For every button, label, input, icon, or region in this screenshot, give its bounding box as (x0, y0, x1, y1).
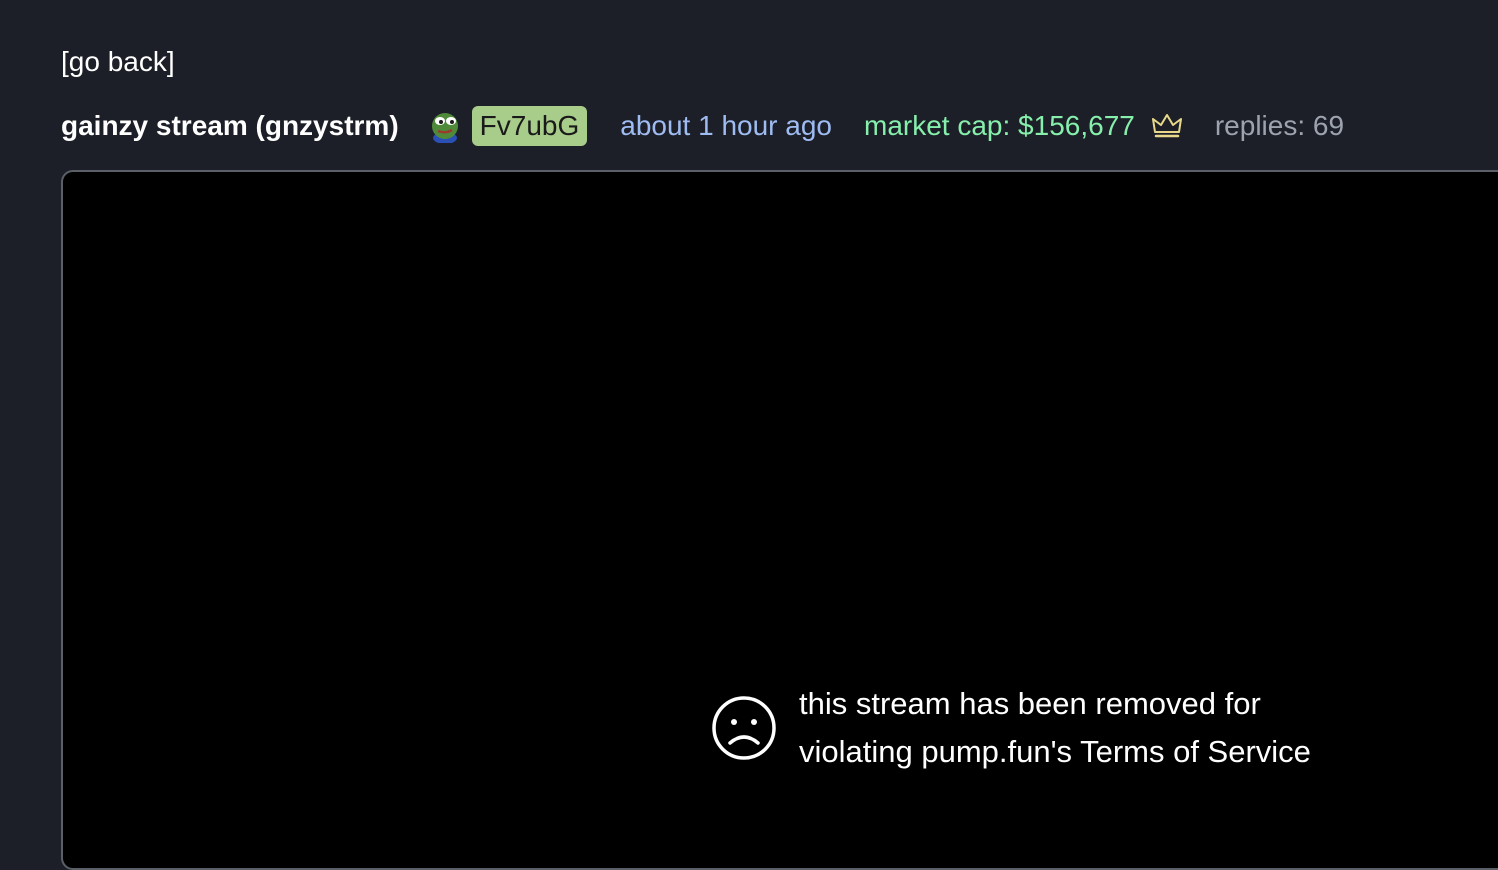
pepe-frog-icon[interactable] (430, 109, 460, 143)
go-back-link[interactable]: [go back] (61, 44, 175, 80)
notice-line-1: this stream has been removed for (799, 686, 1261, 721)
coin-title: gainzy stream (gnzystrm) (61, 110, 399, 141)
stream-player[interactable]: this stream has been removed for violati… (61, 170, 1498, 870)
created-time: about 1 hour ago (620, 110, 832, 141)
replies-count: replies: 69 (1214, 110, 1345, 141)
coin-info-row: gainzy stream (gnzystrm) Fv7ubG about 1 … (61, 105, 1344, 147)
sad-face-icon (711, 695, 777, 761)
market-cap: market cap: $156,677 (864, 110, 1135, 141)
stream-removed-notice: this stream has been removed for violati… (711, 680, 1311, 776)
notice-text: this stream has been removed for violati… (799, 680, 1311, 776)
notice-line-2: violating pump.fun's Terms of Service (799, 734, 1311, 769)
creator-badge[interactable]: Fv7ubG (471, 106, 588, 146)
crown-icon (1151, 112, 1183, 140)
